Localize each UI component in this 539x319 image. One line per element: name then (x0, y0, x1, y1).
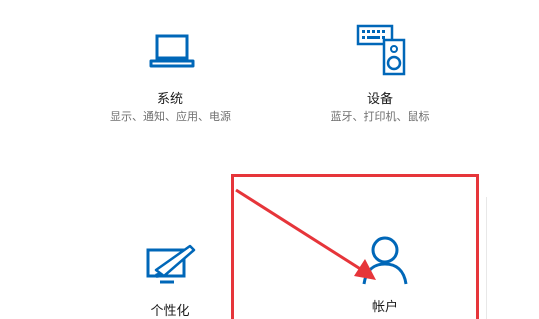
red-arrow-icon (235, 188, 376, 280)
settings-home: 系统 显示、通知、应用、电源 设备 蓝牙、打印机、鼠标 个性化 帐户 (0, 0, 539, 319)
